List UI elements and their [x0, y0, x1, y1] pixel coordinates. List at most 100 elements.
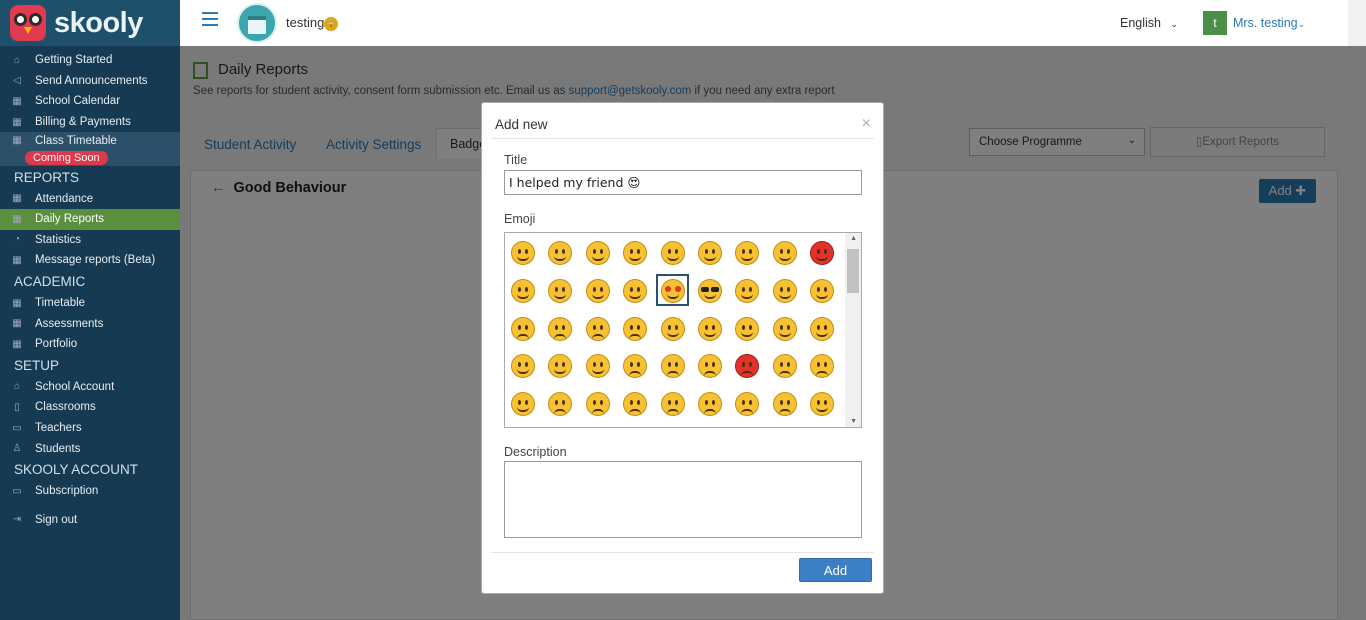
tongue-closed-emoji-icon[interactable]	[585, 354, 610, 379]
brand-logo[interactable]: skooly	[0, 0, 180, 46]
smirk-emoji-icon[interactable]	[735, 278, 760, 303]
calendar-icon: ▦	[12, 135, 22, 147]
smiley-emoji-icon[interactable]	[623, 241, 648, 265]
section-reports: REPORTS	[14, 169, 80, 185]
kissing-heart-emoji-icon[interactable]	[735, 316, 760, 341]
pensive-emoji-icon[interactable]	[585, 316, 610, 341]
sleepy-emoji-icon[interactable]	[735, 392, 760, 417]
confused-emoji-icon[interactable]	[623, 316, 648, 341]
kissing-smiling-emoji-icon[interactable]	[772, 316, 797, 341]
bank-icon: ⌂	[13, 381, 21, 393]
school-name[interactable]: testing 🔒	[286, 15, 339, 31]
cry-emoji-icon[interactable]	[772, 354, 797, 379]
smiling-imp-emoji-icon[interactable]	[810, 241, 835, 265]
expressionless-emoji-icon[interactable]	[810, 278, 835, 303]
scrollbar[interactable]: ▲ ▼	[845, 233, 861, 427]
disappointed-relieved-emoji-icon[interactable]	[548, 392, 573, 417]
sidebar-item-teachers[interactable]: ▭ Teachers	[0, 418, 180, 439]
smile-emoji-icon[interactable]	[660, 241, 685, 265]
emoji-picker[interactable]: ▲ ▼	[504, 232, 862, 428]
description-label: Description	[504, 445, 567, 459]
sidebar-item-timetable[interactable]: ▦ Timetable	[0, 293, 180, 314]
title-input[interactable]: I helped my friend 😍	[504, 170, 862, 195]
close-icon[interactable]: ×	[862, 115, 871, 133]
unamused-emoji-icon[interactable]	[511, 316, 535, 341]
megaphone-icon: ◁	[13, 75, 21, 87]
sidebar-item-school-calendar[interactable]: ▦ School Calendar	[0, 91, 180, 112]
chevron-down-icon: ⌄	[1170, 19, 1179, 29]
worried-emoji-icon[interactable]	[660, 354, 685, 379]
sidebar-item-portfolio[interactable]: ▦ Portfolio	[0, 334, 180, 355]
sweat-emoji-icon[interactable]	[548, 316, 573, 341]
tired-emoji-icon[interactable]	[772, 392, 797, 417]
title-label: Title	[504, 153, 528, 167]
kissing-emoji-icon[interactable]	[698, 316, 722, 341]
language-selector[interactable]: English ⌄	[1120, 16, 1178, 30]
scroll-up-icon[interactable]: ▲	[850, 235, 857, 242]
pie-chart-icon: ◔	[13, 234, 21, 246]
yum-emoji-icon[interactable]	[585, 278, 610, 303]
triumph-emoji-icon[interactable]	[511, 392, 535, 417]
school-logo[interactable]	[237, 3, 277, 43]
add-button[interactable]: Add	[799, 558, 872, 582]
calendar-icon: ▦	[12, 318, 22, 330]
disappointed-emoji-icon[interactable]	[623, 354, 648, 379]
sidebar-item-daily-reports[interactable]: ▦ Daily Reports	[0, 208, 180, 230]
sidebar-item-school-account[interactable]: ⌂ School Account	[0, 377, 180, 398]
calendar-icon: ▦	[12, 297, 22, 309]
joy-emoji-icon[interactable]	[585, 241, 610, 265]
tongue-emoji-icon[interactable]	[511, 354, 535, 379]
hamburger-menu-icon[interactable]	[202, 12, 218, 30]
neutral-emoji-icon[interactable]	[772, 278, 797, 303]
sidebar-item-billing-payments[interactable]: ▦ Billing & Payments	[0, 112, 180, 133]
tongue-wink-emoji-icon[interactable]	[548, 354, 573, 379]
grinning-emoji-icon[interactable]	[511, 241, 535, 265]
top-bar: testing 🔒 English ⌄ t Mrs. testing⌄	[180, 0, 1348, 46]
sidebar-item-getting-started[interactable]: ⌂ Getting Started	[0, 50, 180, 71]
emoji-label: Emoji	[504, 212, 536, 226]
sidebar-item-send-announcements[interactable]: ◁ Send Announcements	[0, 71, 180, 92]
sidebar-item-sign-out[interactable]: ⇥ Sign out	[0, 510, 180, 531]
grimacing-emoji-icon[interactable]	[810, 392, 835, 417]
scroll-down-icon[interactable]: ▼	[850, 418, 857, 425]
frowning-emoji-icon[interactable]	[585, 392, 610, 417]
scrollbar-thumb[interactable]	[847, 249, 859, 293]
add-new-modal: Add new × Title I helped my friend 😍 Emo…	[481, 102, 884, 594]
anguished-emoji-icon[interactable]	[623, 392, 648, 417]
sidebar-item-subscription[interactable]: ▭ Subscription	[0, 481, 180, 502]
sidebar-item-students[interactable]: ♙ Students	[0, 438, 180, 459]
innocent-emoji-icon[interactable]	[772, 241, 797, 265]
avatar[interactable]: t	[1203, 11, 1227, 35]
blush-emoji-icon[interactable]	[548, 278, 573, 303]
kissing-closed-emoji-icon[interactable]	[810, 316, 835, 341]
persevere-emoji-icon[interactable]	[810, 354, 835, 379]
home-icon: ⌂	[13, 54, 21, 66]
sidebar-item-statistics[interactable]: ◔ Statistics	[0, 230, 180, 251]
description-textarea[interactable]	[504, 461, 862, 538]
section-skooly-account: SKOOLY ACCOUNT	[14, 462, 139, 478]
rage-emoji-icon[interactable]	[735, 354, 760, 379]
lock-icon: 🔒	[324, 16, 339, 31]
sidebar: skooly ⌂ Getting Started ◁ Send Announceme…	[0, 0, 180, 620]
sunglasses-emoji-icon[interactable]	[698, 278, 722, 303]
wink-emoji-icon[interactable]	[511, 278, 535, 303]
grin-emoji-icon[interactable]	[548, 241, 573, 265]
confounded-emoji-icon[interactable]	[660, 316, 685, 341]
board-icon: ▭	[12, 422, 22, 434]
weary-emoji-icon[interactable]	[698, 392, 722, 417]
owl-logo-icon	[10, 5, 46, 41]
sidebar-item-assessments[interactable]: ▦ Assessments	[0, 313, 180, 334]
sidebar-item-classrooms[interactable]: ▯ Classrooms	[0, 397, 180, 418]
laughing-emoji-icon[interactable]	[735, 241, 760, 265]
sweat-smile-emoji-icon[interactable]	[698, 241, 722, 265]
user-menu[interactable]: Mrs. testing⌄	[1233, 16, 1305, 30]
calendar-icon: ▦	[12, 338, 22, 350]
sidebar-item-attendance[interactable]: ▦ Attendance	[0, 188, 180, 209]
calendar-icon: ▦	[12, 213, 22, 225]
relieved-emoji-icon[interactable]	[623, 278, 648, 303]
brand-name: skooly	[54, 6, 143, 39]
angry-emoji-icon[interactable]	[698, 354, 722, 379]
sidebar-item-message-reports[interactable]: ▦ Message reports (Beta)	[0, 250, 180, 271]
calendar-icon: ▦	[12, 95, 22, 107]
fearful-emoji-icon[interactable]	[660, 392, 685, 417]
